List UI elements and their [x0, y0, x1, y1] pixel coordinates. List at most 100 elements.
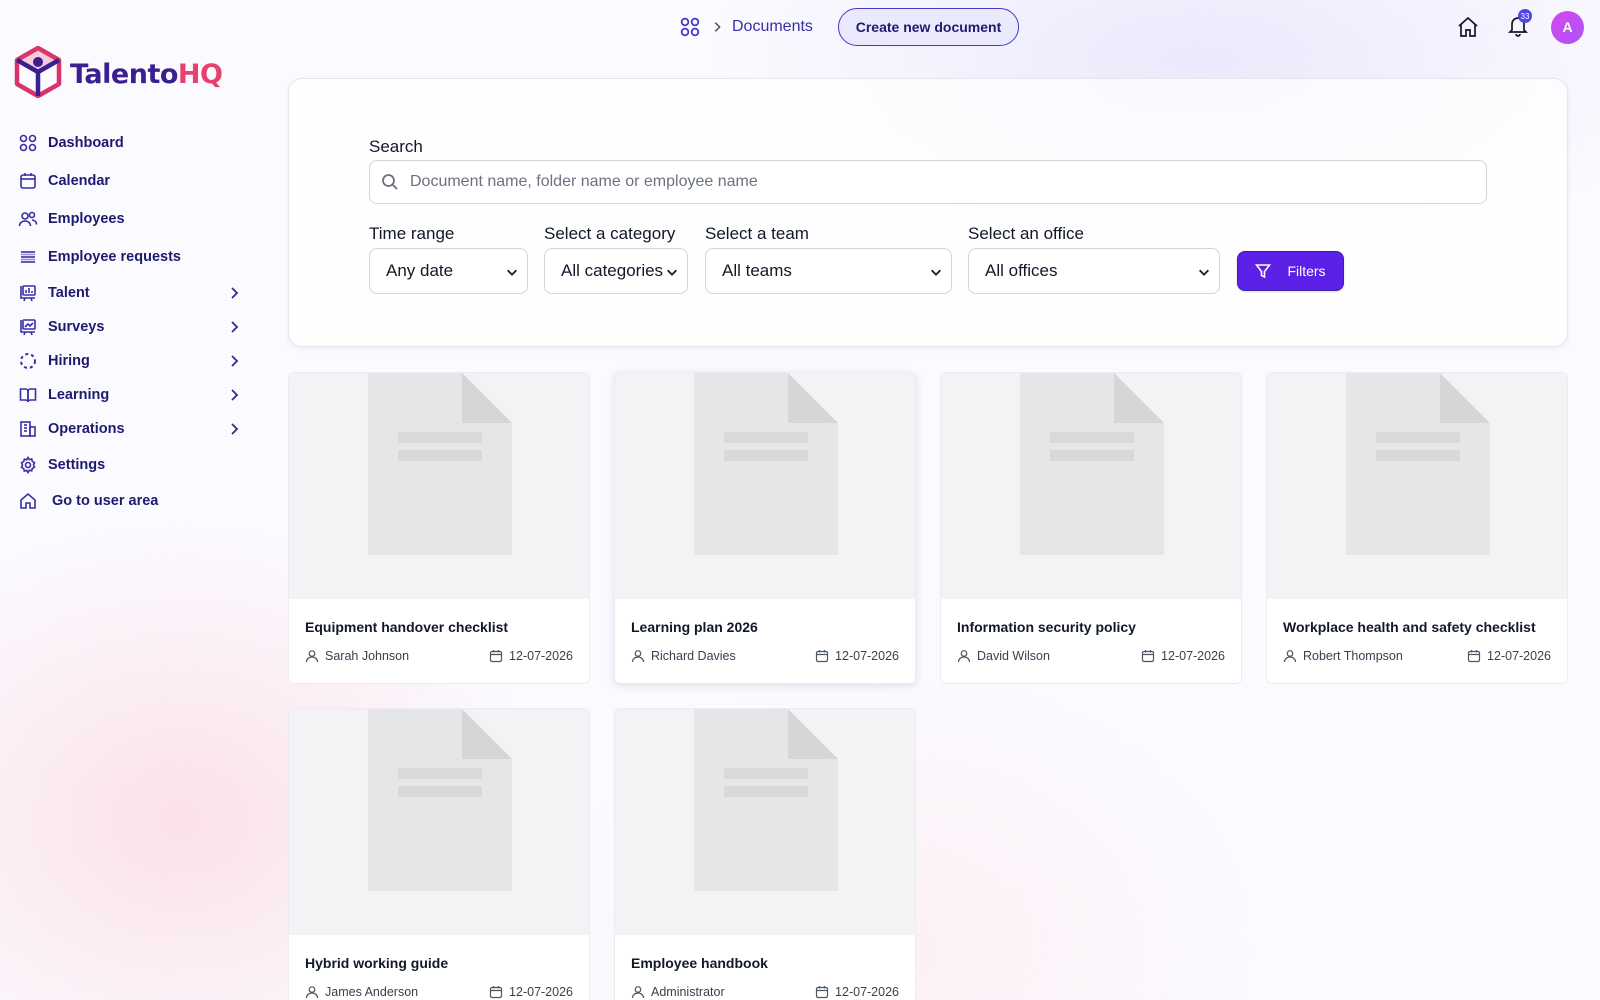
- document-card[interactable]: Learning plan 2026 Richard Davies 12-07-…: [614, 372, 916, 684]
- chevron-right-icon: [226, 285, 242, 301]
- document-title: Employee handbook: [631, 955, 768, 971]
- chevron-right-icon: [226, 421, 242, 437]
- document-date: 12-07-2026: [1141, 649, 1225, 663]
- sidebar-item-surveys[interactable]: Surveys: [16, 310, 242, 344]
- users-icon: [16, 207, 40, 231]
- chevron-down-icon: [1197, 264, 1211, 278]
- sidebar-nav: Dashboard Calendar Employees Employee re…: [16, 126, 242, 518]
- document-thumbnail: [615, 373, 915, 599]
- sidebar-item-employee-requests[interactable]: Employee requests: [16, 240, 242, 274]
- chevron-down-icon: [929, 264, 943, 278]
- document-author-name: Administrator: [651, 985, 725, 999]
- user-icon: [631, 986, 645, 999]
- document-date: 12-07-2026: [489, 985, 573, 999]
- document-thumbnail: [1267, 373, 1567, 599]
- document-date-value: 12-07-2026: [835, 985, 899, 999]
- document-card-body: Information security policy David Wilson…: [941, 599, 1241, 683]
- sidebar-item-learning[interactable]: Learning: [16, 378, 242, 412]
- chevron-right-icon: [226, 319, 242, 335]
- breadcrumb-current[interactable]: Documents: [732, 18, 813, 36]
- sidebar-item-label: Learning: [48, 387, 110, 403]
- chevron-right-icon: [710, 20, 724, 34]
- document-meta: Robert Thompson 12-07-2026: [1283, 649, 1551, 663]
- search-input[interactable]: [410, 173, 1486, 191]
- document-date-value: 12-07-2026: [509, 649, 573, 663]
- calendar-icon: [1467, 650, 1481, 663]
- apps-grid-icon[interactable]: [680, 17, 700, 37]
- document-meta: Richard Davies 12-07-2026: [631, 649, 899, 663]
- sidebar-item-calendar[interactable]: Calendar: [16, 164, 242, 198]
- brand-name: TalentoHQ: [70, 59, 223, 90]
- document-title: Workplace health and safety checklist: [1283, 619, 1536, 635]
- sidebar-item-operations[interactable]: Operations: [16, 412, 242, 446]
- office-select[interactable]: All offices: [968, 248, 1220, 294]
- team-select[interactable]: All teams: [705, 248, 952, 294]
- brand-logo[interactable]: TalentoHQ: [14, 45, 223, 103]
- search-label: Search: [369, 137, 423, 156]
- user-icon: [305, 986, 319, 999]
- calendar-icon: [815, 650, 829, 663]
- document-author: James Anderson: [305, 985, 418, 999]
- document-date: 12-07-2026: [1467, 649, 1551, 663]
- notifications-button[interactable]: 33: [1501, 9, 1535, 44]
- document-card-body: Employee handbook Administrator 12-07-20…: [615, 935, 915, 1000]
- document-date: 12-07-2026: [815, 985, 899, 999]
- user-icon: [957, 650, 971, 663]
- sidebar-item-label: Operations: [48, 421, 125, 437]
- sidebar-item-dashboard[interactable]: Dashboard: [16, 126, 242, 160]
- document-meta: James Anderson 12-07-2026: [305, 985, 573, 999]
- document-date: 12-07-2026: [815, 649, 899, 663]
- search-field[interactable]: [369, 160, 1487, 204]
- building-icon: [16, 417, 40, 441]
- document-meta: David Wilson 12-07-2026: [957, 649, 1225, 663]
- time-range-select[interactable]: Any date: [369, 248, 528, 294]
- document-author: Administrator: [631, 985, 725, 999]
- calendar-icon: [489, 650, 503, 663]
- office-value: All offices: [985, 261, 1058, 280]
- home-icon[interactable]: [1451, 10, 1485, 44]
- gear-icon: [16, 453, 40, 477]
- document-card[interactable]: Workplace health and safety checklist Ro…: [1266, 372, 1568, 684]
- office-field: Select an office All offices: [968, 224, 1220, 294]
- sidebar-item-hiring[interactable]: Hiring: [16, 344, 242, 378]
- document-date-value: 12-07-2026: [1161, 649, 1225, 663]
- document-meta: Sarah Johnson 12-07-2026: [305, 649, 573, 663]
- sidebar-item-settings[interactable]: Settings: [16, 448, 242, 482]
- time-range-field: Time range Any date: [369, 224, 528, 294]
- category-select[interactable]: All categories: [544, 248, 688, 294]
- user-icon: [305, 650, 319, 663]
- document-card[interactable]: Information security policy David Wilson…: [940, 372, 1242, 684]
- filters-button[interactable]: Filters: [1237, 251, 1344, 291]
- document-thumbnail: [941, 373, 1241, 599]
- document-thumbnail: [615, 709, 915, 935]
- sidebar-item-label: Calendar: [48, 173, 111, 189]
- filter-panel: Search Time range Any date Select a cate…: [288, 78, 1568, 347]
- document-author-name: Robert Thompson: [1303, 649, 1403, 663]
- document-thumbnail: [289, 709, 589, 935]
- avatar[interactable]: A: [1551, 10, 1584, 44]
- sidebar-item-label: Talent: [48, 285, 90, 301]
- document-date-value: 12-07-2026: [509, 985, 573, 999]
- sidebar-item-label: Hiring: [48, 353, 90, 369]
- document-card[interactable]: Equipment handover checklist Sarah Johns…: [288, 372, 590, 684]
- chevron-down-icon: [665, 264, 679, 278]
- chevron-down-icon: [505, 264, 519, 278]
- document-title: Information security policy: [957, 619, 1136, 635]
- document-author: Robert Thompson: [1283, 649, 1403, 663]
- calendar-icon: [815, 986, 829, 999]
- document-author: Richard Davies: [631, 649, 736, 663]
- create-new-document-button[interactable]: Create new document: [838, 8, 1019, 46]
- document-meta: Administrator 12-07-2026: [631, 985, 899, 999]
- document-thumbnail: [289, 373, 589, 599]
- document-date-value: 12-07-2026: [835, 649, 899, 663]
- document-card[interactable]: Hybrid working guide James Anderson 12-0…: [288, 708, 590, 1000]
- time-range-value: Any date: [386, 261, 454, 280]
- sidebar-item-go-to-user-area[interactable]: Go to user area: [16, 484, 242, 518]
- chevron-right-icon: [226, 387, 242, 403]
- search-icon: [380, 172, 400, 192]
- sidebar-item-talent[interactable]: Talent: [16, 276, 242, 310]
- document-card[interactable]: Employee handbook Administrator 12-07-20…: [614, 708, 916, 1000]
- document-card-body: Workplace health and safety checklist Ro…: [1267, 599, 1567, 683]
- sidebar-item-employees[interactable]: Employees: [16, 202, 242, 236]
- document-title: Equipment handover checklist: [305, 619, 509, 635]
